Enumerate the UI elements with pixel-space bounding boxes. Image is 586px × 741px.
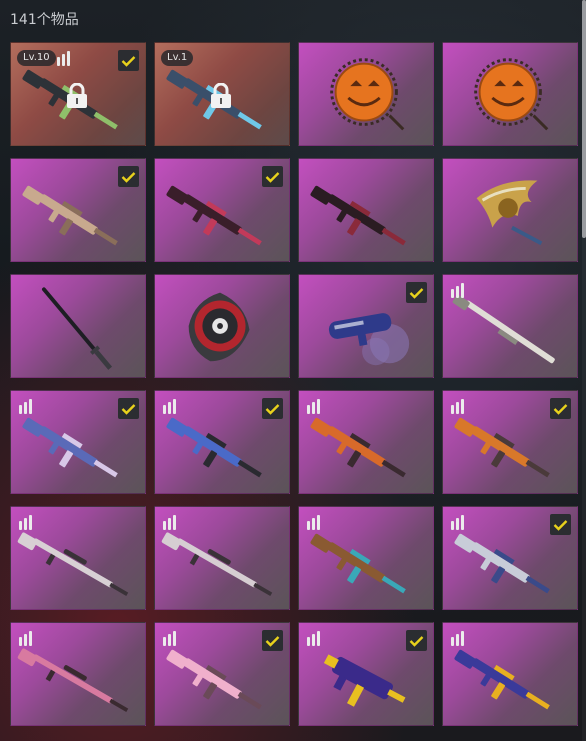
tier-bars-icon xyxy=(163,398,179,414)
item-card-sniper-pink[interactable] xyxy=(10,622,146,726)
item-card-rifle-locked-2[interactable]: Lv.1 xyxy=(154,42,290,146)
item-card-rifle-leopard[interactable] xyxy=(298,506,434,610)
wing-emblem-icon xyxy=(476,180,543,246)
selected-checkmark-icon[interactable] xyxy=(406,630,427,651)
selected-checkmark-icon[interactable] xyxy=(406,282,427,303)
selected-checkmark-icon[interactable] xyxy=(550,398,571,419)
item-card-gold-wing-emblem[interactable] xyxy=(442,158,578,262)
inventory-grid: Lv.10 Lv.1 xyxy=(10,42,578,726)
item-card-rifle-purple[interactable] xyxy=(442,622,578,726)
pumpkin-emblem-icon xyxy=(474,58,549,131)
selected-checkmark-icon[interactable] xyxy=(262,166,283,187)
pumpkin-emblem-icon xyxy=(330,58,405,131)
lock-icon xyxy=(211,83,231,108)
tier-bars-icon xyxy=(19,630,35,646)
item-card-sniper-white-1[interactable] xyxy=(10,506,146,610)
selected-checkmark-icon[interactable] xyxy=(118,50,139,71)
lock-icon xyxy=(67,83,87,108)
item-card-rifle-orange-2[interactable] xyxy=(442,390,578,494)
scrollbar-thumb[interactable] xyxy=(582,0,586,238)
item-count-header: 141个物品 xyxy=(10,8,79,30)
level-badge: Lv.10 xyxy=(17,50,56,66)
selected-checkmark-icon[interactable] xyxy=(262,398,283,419)
item-card-rifle-red[interactable] xyxy=(154,158,290,262)
selected-checkmark-icon[interactable] xyxy=(118,166,139,187)
tier-bars-icon xyxy=(307,630,323,646)
tier-bars-icon xyxy=(307,398,323,414)
item-card-rifle-silver[interactable] xyxy=(442,506,578,610)
item-count-label: 141个物品 xyxy=(10,12,79,28)
item-card-pumpkin-spray-1[interactable] xyxy=(298,42,434,146)
tier-bars-icon xyxy=(451,398,467,414)
item-card-rifle-dark[interactable] xyxy=(298,158,434,262)
shuriken-icon xyxy=(188,292,250,362)
tier-bars-icon xyxy=(163,514,179,530)
tier-bars-icon xyxy=(163,630,179,646)
item-card-rifle-pink[interactable] xyxy=(154,622,290,726)
item-card-shuriken-emblem[interactable] xyxy=(154,274,290,378)
item-card-launcher[interactable] xyxy=(298,274,434,378)
item-card-rifle-locked-1[interactable]: Lv.10 xyxy=(10,42,146,146)
rifle-icon xyxy=(310,185,406,246)
item-card-rifle-blue-2[interactable] xyxy=(154,390,290,494)
item-card-sniper-white-2[interactable] xyxy=(154,506,290,610)
tier-bars-icon xyxy=(451,630,467,646)
selected-checkmark-icon[interactable] xyxy=(550,514,571,535)
level-badge: Lv.1 xyxy=(161,50,194,66)
tier-bars-icon xyxy=(57,50,73,66)
item-card-rifle-tan[interactable] xyxy=(10,158,146,262)
tier-bars-icon xyxy=(451,514,467,530)
item-card-shotgun-white[interactable] xyxy=(442,274,578,378)
item-card-smg-purple[interactable] xyxy=(298,622,434,726)
item-card-rifle-blue-1[interactable] xyxy=(10,390,146,494)
tier-bars-icon xyxy=(19,514,35,530)
tier-bars-icon xyxy=(19,398,35,414)
katana-icon xyxy=(41,287,113,370)
item-card-katana[interactable] xyxy=(10,274,146,378)
scrollbar-track[interactable] xyxy=(582,0,586,741)
item-card-rifle-orange-1[interactable] xyxy=(298,390,434,494)
item-card-pumpkin-spray-2[interactable] xyxy=(442,42,578,146)
selected-checkmark-icon[interactable] xyxy=(118,398,139,419)
tier-bars-icon xyxy=(307,514,323,530)
selected-checkmark-icon[interactable] xyxy=(262,630,283,651)
tier-bars-icon xyxy=(451,282,467,298)
